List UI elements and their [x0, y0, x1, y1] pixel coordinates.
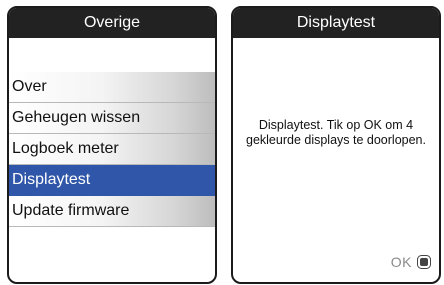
menu-item-label: Over — [12, 78, 47, 95]
menu-item-label: Logboek meter — [12, 140, 119, 157]
displaytest-screen: Displaytest Displaytest. Tik op OK om 4 … — [231, 6, 441, 284]
screen-title-bar: Overige — [9, 8, 215, 38]
menu-item-displaytest[interactable]: Displaytest — [9, 165, 215, 196]
menu-item-label: Geheugen wissen — [12, 109, 141, 126]
stop-square-icon — [417, 255, 431, 269]
screen-title: Displaytest — [296, 14, 376, 31]
menu-item-over[interactable]: Over — [9, 72, 215, 103]
ok-button[interactable]: OK — [391, 254, 431, 270]
overige-screen: Overige Over Geheugen wissen Logboek met… — [7, 6, 217, 284]
instruction-message: Displaytest. Tik op OK om 4 gekleurde di… — [246, 118, 426, 147]
menu-item-logboek-meter[interactable]: Logboek meter — [9, 134, 215, 165]
ok-label: OK — [390, 254, 412, 270]
menu-item-geheugen-wissen[interactable]: Geheugen wissen — [9, 103, 215, 134]
menu-list: Over Geheugen wissen Logboek meter Displ… — [9, 72, 215, 227]
menu-item-label: Update firmware — [12, 202, 130, 219]
screen-title: Overige — [83, 14, 141, 31]
menu-item-update-firmware[interactable]: Update firmware — [9, 196, 215, 227]
screen-title-bar: Displaytest — [233, 8, 439, 38]
menu-item-label: Displaytest — [12, 171, 91, 188]
